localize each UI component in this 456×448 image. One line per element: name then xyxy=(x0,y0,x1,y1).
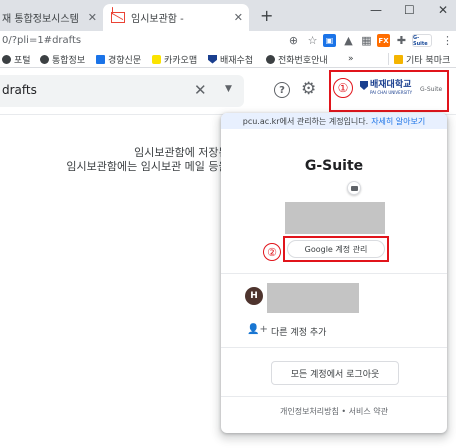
kakao-icon xyxy=(152,54,161,64)
browser-toolbar: 0/?pli=1#drafts ⊕ ☆ ▣ ▲ ▦ FX ✚ G-Suite ⋮ xyxy=(0,31,456,50)
redacted-name-block xyxy=(285,202,385,234)
tab-gmail-drafts[interactable]: 임시보관함 - ✕ xyxy=(103,4,249,31)
address-bar[interactable]: 0/?pli=1#drafts xyxy=(0,31,81,50)
banner-text: pcu.ac.kr에서 관리하는 계정입니다. xyxy=(242,116,369,126)
divider xyxy=(221,347,447,348)
bookmark-label: 기타 북마크 xyxy=(406,55,451,66)
bookmark-label: 전화번호안내 xyxy=(278,55,328,66)
help-icon[interactable]: ? xyxy=(274,82,290,98)
bookmarks-bar: 포털 통합정보 경향신문 카카오맵 배재수첩 전화번호안내 » 기타 북마크 xyxy=(0,50,456,68)
university-name: 배재대학교 xyxy=(370,80,412,90)
bookmark-label: 경향신문 xyxy=(108,55,142,66)
search-bar[interactable]: drafts ✕ ▼ xyxy=(0,75,244,107)
sign-out-all-button[interactable]: 모든 계정에서 로그아웃 xyxy=(271,361,399,385)
new-tab-button[interactable]: + xyxy=(260,6,273,25)
globe-icon xyxy=(266,54,275,64)
extension-icon[interactable]: ▲ xyxy=(342,34,355,47)
bookmark-label: 통합정보 xyxy=(52,55,86,66)
folder-icon xyxy=(394,54,403,64)
annotation-marker-2: ② xyxy=(263,243,281,261)
extension-fx-icon[interactable]: FX xyxy=(377,34,390,47)
account-switcher-logo[interactable]: 배재대학교 PAI CHAI UNIVERSITY xyxy=(360,81,412,95)
tab-integrated-info[interactable]: 재 통합정보시스템 ✕ xyxy=(0,4,103,31)
window-close-button[interactable]: ✕ xyxy=(438,3,448,17)
globe-icon xyxy=(40,54,49,64)
bookmark-divider xyxy=(388,53,389,65)
star-icon[interactable]: ☆ xyxy=(306,34,319,47)
gmail-icon xyxy=(111,12,125,23)
extension-icon[interactable]: ▣ xyxy=(323,34,336,47)
search-input[interactable]: drafts xyxy=(2,83,37,97)
managed-account-banner: pcu.ac.kr에서 관리하는 계정입니다. 자세히 알아보기 xyxy=(221,113,447,129)
account-popup: pcu.ac.kr에서 관리하는 계정입니다. 자세히 알아보기 G-Suite… xyxy=(221,113,447,433)
browser-tab-strip: 재 통합정보시스템 ✕ 임시보관함 - ✕ + — ☐ ✕ xyxy=(0,0,456,31)
close-icon[interactable]: ✕ xyxy=(234,11,243,24)
avatar[interactable]: H xyxy=(245,287,263,305)
university-logo-icon xyxy=(360,81,368,90)
zoom-icon[interactable]: ⊕ xyxy=(287,34,300,47)
bookmark-kyunghyang[interactable]: 경향신문 xyxy=(96,52,141,66)
bookmark-kakaomap[interactable]: 카카오맵 xyxy=(152,52,197,66)
bookmark-portal[interactable]: 포털 xyxy=(2,52,31,66)
divider xyxy=(221,396,447,397)
add-person-icon[interactable]: 👤+ xyxy=(247,324,268,335)
manage-google-account-button[interactable]: Google 계정 관리 xyxy=(287,240,385,258)
redacted-account-block[interactable] xyxy=(267,283,359,313)
news-icon xyxy=(96,54,105,64)
gmail-header: drafts ✕ ▼ ? ⚙ ① 배재대학교 PAI CHAI UNIVERSI… xyxy=(0,68,456,115)
bookmark-label: 배재수첩 xyxy=(220,55,254,66)
bookmark-other-folder[interactable]: 기타 북마크 xyxy=(394,52,450,66)
clear-search-icon[interactable]: ✕ xyxy=(194,81,207,99)
gsuite-tag: G-Suite xyxy=(420,86,443,93)
university-subname: PAI CHAI UNIVERSITY xyxy=(370,90,413,95)
profile-gsuite-icon[interactable]: G-Suite xyxy=(412,34,432,47)
bookmark-phone-directory[interactable]: 전화번호안내 xyxy=(266,52,328,66)
tab-label: 임시보관함 - xyxy=(131,14,184,25)
menu-kebab-icon[interactable]: ⋮ xyxy=(441,34,454,47)
learn-more-link[interactable]: 자세히 알아보기 xyxy=(371,116,425,127)
divider xyxy=(221,273,447,274)
close-icon[interactable]: ✕ xyxy=(88,11,97,24)
annotation-marker-1: ① xyxy=(333,78,353,98)
maximize-button[interactable]: ☐ xyxy=(404,3,415,17)
tab-label: 재 통합정보시스템 xyxy=(2,14,79,25)
add-account-link[interactable]: 다른 계정 추가 xyxy=(271,325,326,338)
gear-icon[interactable]: ⚙ xyxy=(301,79,316,99)
globe-icon xyxy=(2,54,11,64)
bookmark-paichai-notebook[interactable]: 배재수첩 xyxy=(208,52,253,66)
privacy-terms-links[interactable]: 개인정보처리방침 • 서비스 약관 xyxy=(221,406,447,417)
camera-icon[interactable] xyxy=(347,181,361,195)
bookmarks-overflow-chevron[interactable]: » xyxy=(348,52,354,66)
search-options-icon[interactable]: ▼ xyxy=(225,84,232,94)
extension-icon[interactable]: ▦ xyxy=(360,34,373,47)
university-icon xyxy=(208,54,217,64)
bookmark-integrated-info[interactable]: 통합정보 xyxy=(40,52,85,66)
puzzle-icon[interactable]: ✚ xyxy=(395,34,408,47)
minimize-button[interactable]: — xyxy=(370,3,382,17)
bookmark-label: 포털 xyxy=(14,55,31,66)
bookmark-label: 카카오맵 xyxy=(164,55,198,66)
organization-name: G-Suite xyxy=(304,158,364,174)
